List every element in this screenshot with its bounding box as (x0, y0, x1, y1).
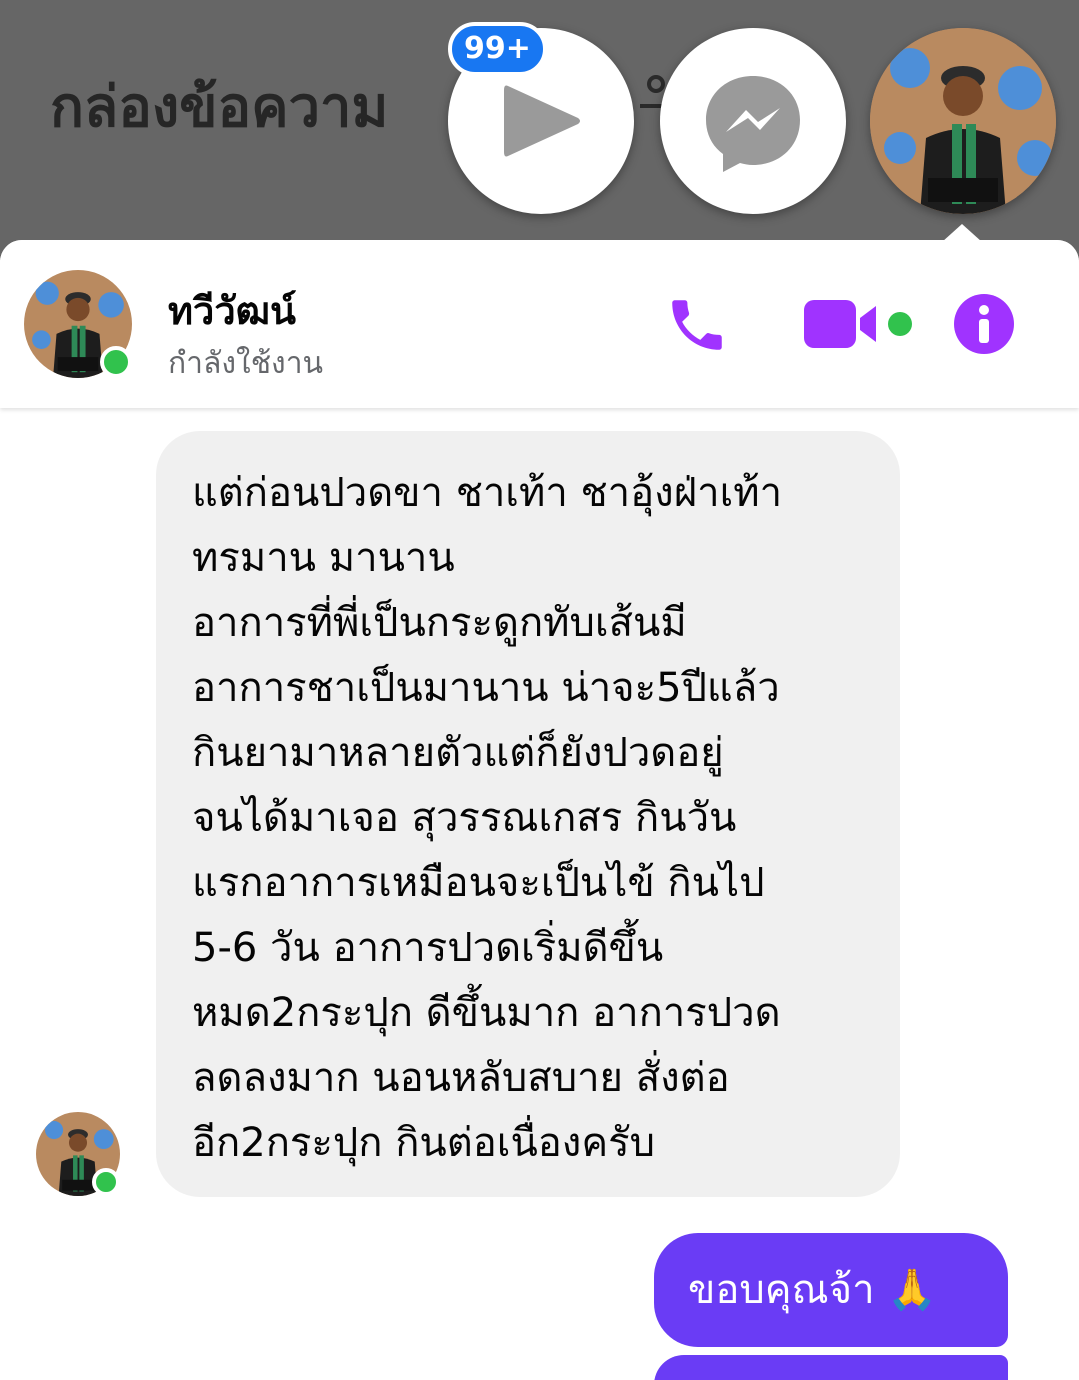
conversation-header: ทวีวัฒน์ กำลังใช้งาน (0, 240, 1079, 408)
call-button[interactable] (664, 292, 730, 358)
messenger-icon (706, 76, 800, 172)
video-active-dot (888, 312, 912, 336)
contact-name[interactable]: ทวีวัฒน์ (168, 280, 296, 341)
sender-avatar[interactable] (36, 1112, 120, 1196)
outgoing-message-bubble[interactable]: ขอบคุณจ้า 🙏 (654, 1233, 1008, 1347)
inbox-title: กล่องข้อความ (50, 75, 389, 140)
video-camera-icon (804, 300, 876, 348)
unread-badge: 99+ (448, 22, 547, 76)
info-icon (954, 294, 1014, 354)
outgoing-message-bubble-partial[interactable] (654, 1355, 1008, 1380)
video-call-button[interactable] (802, 296, 882, 352)
sender-online-indicator (92, 1168, 120, 1196)
info-button[interactable] (952, 292, 1016, 356)
contact-status: กำลังใช้งาน (168, 346, 324, 381)
contact-avatar[interactable] (24, 270, 132, 378)
profile-chathead[interactable] (870, 28, 1056, 214)
phone-icon (672, 300, 722, 350)
incoming-message-text: แต่ก่อนปวดขา ชาเท้า ชาอุ้งฝ่าเท้า ทรมาน … (192, 470, 783, 1166)
messenger-chathead[interactable] (660, 28, 846, 214)
incoming-message-bubble[interactable]: แต่ก่อนปวดขา ชาเท้า ชาอุ้งฝ่าเท้า ทรมาน … (156, 431, 900, 1197)
profile-photo (870, 28, 1056, 214)
conversation-panel: ทวีวัฒน์ กำลังใช้งาน แต่ก่อนปวดขา ชาเท้า… (0, 240, 1079, 1380)
online-indicator (100, 346, 132, 378)
